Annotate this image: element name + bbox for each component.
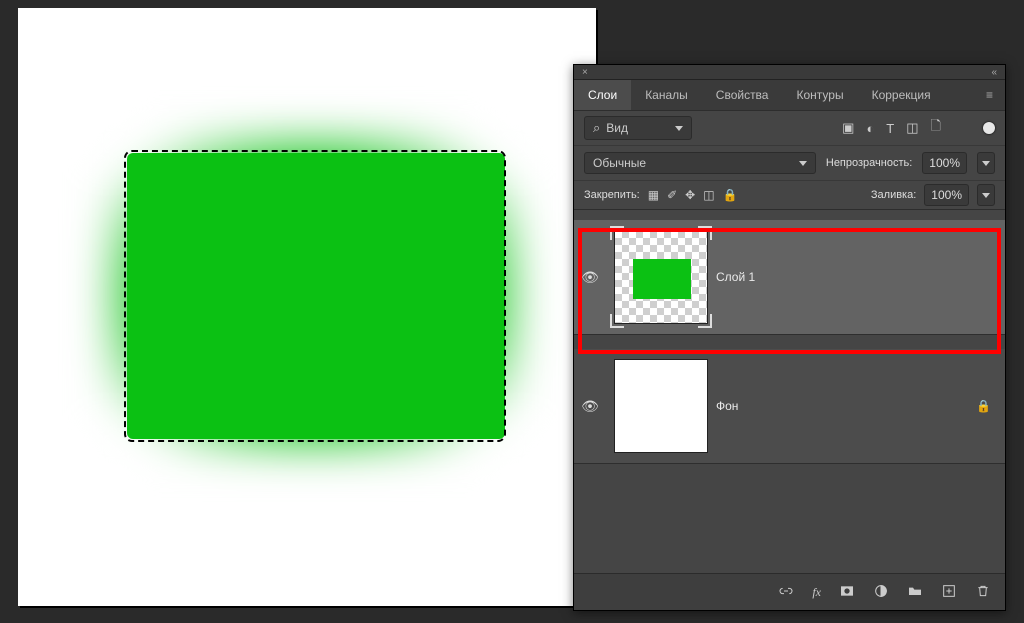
tab-properties[interactable]: Свойства [702, 80, 783, 110]
blend-mode-label: Обычные [593, 156, 646, 170]
chevron-down-icon [675, 126, 683, 131]
tab-paths[interactable]: Контуры [782, 80, 857, 110]
lock-icon: 🔒 [976, 399, 991, 413]
layer-filter-select[interactable]: ⌕ Вид [584, 116, 692, 140]
search-icon: ⌕ [593, 120, 600, 136]
lock-all-icon[interactable]: 🔒 [723, 188, 738, 202]
panel-footer: fx [574, 573, 1005, 610]
fill-dropdown[interactable] [977, 184, 995, 206]
layer-name[interactable]: Фон [716, 399, 738, 413]
layer-name[interactable]: Слой 1 [716, 270, 755, 284]
filter-type-icon[interactable]: T [886, 121, 894, 136]
link-layers-icon[interactable] [778, 583, 794, 602]
filter-label: Вид [606, 121, 628, 135]
filter-smart-icon[interactable]: 🗋 [931, 117, 941, 139]
layer-row[interactable]: 👁 Слой 1 [574, 220, 1005, 335]
panel-title-bar[interactable]: × « [574, 65, 1005, 80]
chevron-down-icon [799, 161, 807, 166]
visibility-toggle[interactable]: 👁 [574, 269, 606, 286]
opacity-label: Непрозрачность: [826, 157, 912, 169]
delete-layer-icon[interactable] [975, 583, 991, 602]
fill-input[interactable]: 100% [924, 184, 969, 206]
add-mask-icon[interactable] [839, 583, 855, 602]
layer-thumbnail[interactable] [614, 359, 708, 453]
chevron-down-icon [982, 161, 990, 166]
panel-tabs: Слои Каналы Свойства Контуры Коррекция ≡ [574, 80, 1005, 111]
filter-shape-icon[interactable]: ◫ [906, 120, 918, 136]
chevron-down-icon [982, 193, 990, 198]
visibility-toggle[interactable]: 👁 [574, 398, 606, 415]
lock-pixels-icon[interactable]: ▦ [648, 188, 659, 202]
fill-value: 100% [931, 188, 962, 202]
new-layer-icon[interactable] [941, 583, 957, 602]
lock-row: Закрепить: ▦ ✐ ✥ ◫ 🔒 Заливка: 100% [574, 181, 1005, 210]
fill-label: Заливка: [871, 189, 916, 201]
blend-mode-select[interactable]: Обычные [584, 152, 816, 174]
tab-adjustments[interactable]: Коррекция [858, 80, 945, 110]
lock-label: Закрепить: [584, 189, 640, 201]
tab-layers[interactable]: Слои [574, 80, 631, 110]
layer-row[interactable]: 👁 Фон 🔒 [574, 349, 1005, 464]
close-icon[interactable]: × [574, 67, 596, 78]
tab-channels[interactable]: Каналы [631, 80, 702, 110]
layer-style-icon[interactable]: fx [812, 585, 821, 600]
document-canvas[interactable] [18, 8, 596, 606]
opacity-input[interactable]: 100% [922, 152, 967, 174]
filter-adjust-icon[interactable]: ◐ [866, 121, 874, 136]
filter-toggle[interactable] [983, 122, 995, 134]
filter-image-icon[interactable]: ▣ [842, 120, 854, 136]
lock-move-icon[interactable]: ✥ [685, 188, 695, 202]
collapse-icon[interactable]: « [983, 67, 1005, 78]
filter-row: ⌕ Вид ▣ ◐ T ◫ 🗋 [574, 111, 1005, 146]
selection-marquee[interactable] [124, 150, 506, 442]
blend-row: Обычные Непрозрачность: 100% [574, 146, 1005, 181]
opacity-value: 100% [929, 156, 960, 170]
panel-menu-icon[interactable]: ≡ [974, 88, 1005, 102]
layer-list: 👁 Слой 1 👁 Фон 🔒 [574, 220, 1005, 464]
lock-brush-icon[interactable]: ✐ [667, 188, 677, 202]
layer-thumbnail[interactable] [614, 230, 708, 324]
lock-artboard-icon[interactable]: ◫ [703, 188, 714, 202]
layers-panel: × « Слои Каналы Свойства Контуры Коррекц… [573, 64, 1006, 611]
opacity-dropdown[interactable] [977, 152, 995, 174]
group-icon[interactable] [907, 583, 923, 602]
adjustment-layer-icon[interactable] [873, 583, 889, 602]
